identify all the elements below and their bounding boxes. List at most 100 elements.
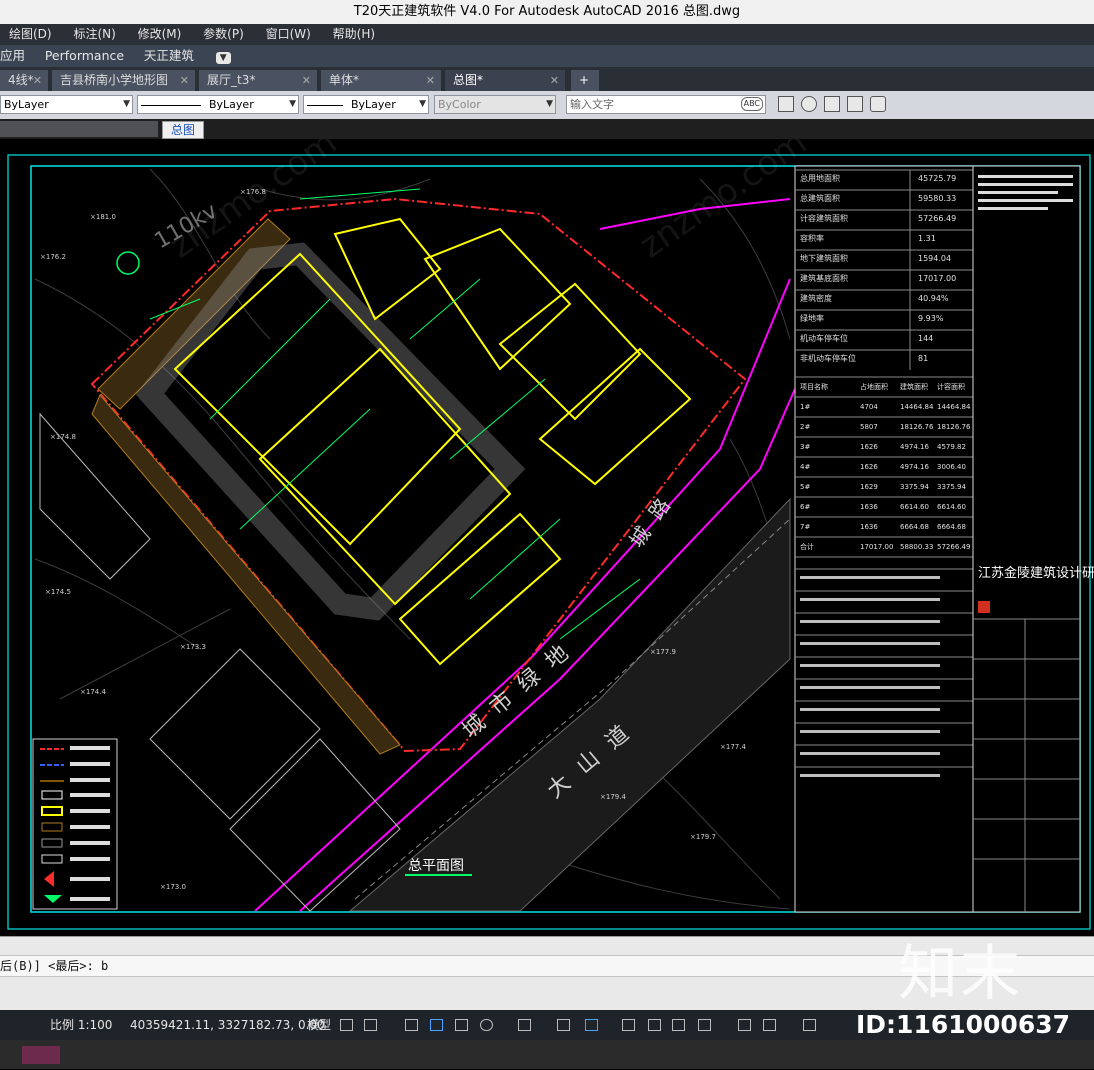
stats-value: 40.94% [918,294,949,303]
file-tab-5[interactable]: 总图* ✕ [445,70,565,91]
ribbon-dropdown-icon[interactable]: ▼ [215,52,231,64]
note-text-bar [800,686,940,689]
menu-dimension[interactable]: 标注(N) [64,24,124,45]
spellcheck-icon[interactable]: ABC [740,97,763,111]
new-tab-button[interactable]: + [571,70,599,91]
stats-label: 总建筑面积 [800,193,840,203]
linetype-value: ByLayer [209,98,254,111]
close-icon[interactable]: ✕ [33,70,42,91]
table-cell: 58800.33 [900,543,933,551]
ribbon-tab-performance[interactable]: Performance [37,45,132,67]
table-cell: 4579.82 [937,443,966,451]
space-value: 模型 [307,1018,332,1032]
drawing-canvas[interactable]: ×176.8 ×181.0 ×176.2 ×174.8 ×174.5 ×173.3 ×1… [0,139,1094,936]
text-search-input[interactable]: 输入文字 ABC [566,95,766,114]
scale-selector[interactable]: 比例 1:100 ▾ [50,1010,120,1062]
ribbon-tab-apps[interactable]: 应用 [0,45,33,67]
svg-text:×173.0: ×173.0 [160,883,186,891]
tab-label: 总图* [453,73,484,87]
table-cell: 3006.40 [937,463,966,471]
lineweight-icon[interactable] [585,1019,598,1031]
table-header-cell: 项目名称 [800,382,828,391]
dynamic-ucs-icon[interactable] [698,1019,711,1031]
firm-name: 江苏金陵建筑设计研究院有限公司 [978,565,1094,581]
ribbon-tab-tangent[interactable]: 天正建筑 [136,45,202,67]
road-name-green: 城市绿地 [458,632,584,744]
polar-icon[interactable] [455,1019,468,1031]
file-tab-1[interactable]: 4线* ✕ [0,70,48,91]
brand-watermark: 知末 [898,939,1022,1009]
table-cell: 1636 [860,523,878,531]
leader-tool-icon[interactable] [847,96,863,112]
menu-bar: 绘图(D) 标注(N) 修改(M) 参数(P) 窗口(W) 帮助(H) [0,24,1094,45]
area-tool-icon[interactable] [824,96,840,112]
angle-dimension-icon[interactable] [801,96,817,112]
menu-draw[interactable]: 绘图(D) [0,24,61,45]
stats-value: 1594.04 [918,254,951,263]
coords-value: 40359421.11, 3327182.73, 0.00 [130,1018,325,1032]
ortho-icon[interactable] [430,1019,443,1031]
isolate-icon[interactable] [803,1019,816,1031]
subtab-zongtu[interactable]: 总图 [162,121,205,139]
color-value: ByColor [438,98,481,111]
workspace-icon[interactable] [763,1019,776,1031]
menu-help[interactable]: 帮助(H) [324,24,384,45]
chevron-down-icon: ▼ [419,99,426,109]
close-icon[interactable]: ✕ [426,70,435,91]
properties-bar: ByLayer ▼ ByLayer ▼ ByLayer ▼ ByColor ▼ 输入文字… [0,91,1094,120]
legend-items [40,746,110,903]
stats-value: 57266.49 [918,214,956,223]
snap-icon[interactable] [364,1019,377,1031]
menu-modify[interactable]: 修改(M) [129,24,191,45]
annotation-icon[interactable] [738,1019,751,1031]
drawing-subtab-bar: 总图 [0,119,1094,139]
stats-value: 1.31 [918,234,936,243]
selection-cycling-icon[interactable] [648,1019,661,1031]
dimension-tool-icon[interactable] [778,96,794,112]
svg-text:×181.0: ×181.0 [90,213,116,221]
layer-tool-icon[interactable] [870,96,886,112]
3d-osnap-icon[interactable] [672,1019,685,1031]
grid-icon[interactable] [340,1019,353,1031]
svg-text:×177.9: ×177.9 [650,648,676,656]
stats-label: 容积率 [800,233,824,243]
transparency-icon[interactable] [622,1019,635,1031]
file-tab-2[interactable]: 吉县桥南小学地形图 ✕ [52,70,195,91]
stats-value: 17017.00 [918,274,956,283]
svg-text:×179.4: ×179.4 [600,793,626,801]
osnap-icon[interactable] [557,1019,570,1031]
close-icon[interactable]: ✕ [180,70,189,91]
close-icon[interactable]: ✕ [302,70,311,91]
command-text: 后(B)] <最后>: b [0,959,109,973]
file-tab-4[interactable]: 单体* ✕ [321,70,441,91]
table-cell: 6614.60 [900,503,929,511]
table-cell: 7# [800,523,810,531]
close-icon[interactable]: ✕ [550,70,559,91]
stats-label: 绿地率 [800,313,824,323]
linetype-dropdown[interactable]: ByLayer ▼ [137,95,299,114]
ribbon-bar: 应用 Performance 天正建筑 ▼ [0,45,1094,67]
table-cell: 6664.68 [900,523,929,531]
object-track-icon[interactable] [518,1019,531,1031]
svg-text:×179.7: ×179.7 [690,833,716,841]
menu-parametric[interactable]: 参数(P) [194,24,253,45]
model-space-button[interactable]: 模型 [307,1010,331,1040]
building-6 [538,347,692,486]
table-cell: 6614.60 [937,503,966,511]
file-tab-3[interactable]: 展厅_t3* ✕ [199,70,317,91]
isodraft-icon[interactable] [480,1019,493,1031]
svg-text:×173.3: ×173.3 [180,643,206,651]
note-text-bar [800,642,940,645]
color-dropdown[interactable]: ByColor ▼ [434,95,556,114]
infer-icon[interactable] [405,1019,418,1031]
line-sample [307,104,343,106]
table-cell: 18126.76 [937,423,971,431]
layer-dropdown[interactable]: ByLayer ▼ [0,95,133,114]
lineweight-dropdown[interactable]: ByLayer ▼ [303,95,429,114]
line-sample [141,104,201,106]
table-header-cell: 占地面积 [860,382,888,391]
search-placeholder: 输入文字 [570,98,614,111]
menu-window[interactable]: 窗口(W) [257,24,320,45]
table-cell: 3375.94 [900,483,929,491]
buffer-strip-west [91,394,401,755]
